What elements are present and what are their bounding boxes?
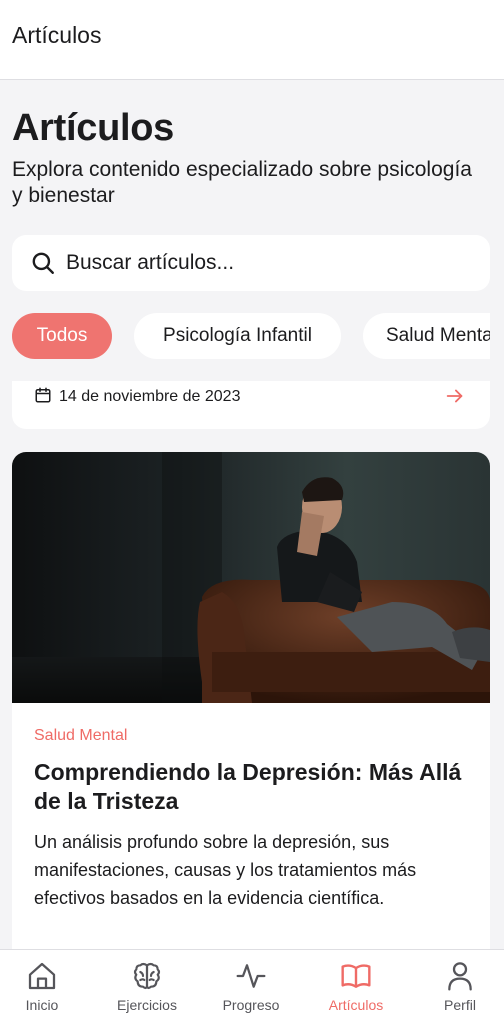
article-category: Salud Mental — [34, 727, 128, 744]
nav-label-progreso: Progreso — [222, 997, 280, 1013]
nav-item-ejercicios[interactable]: Ejercicios — [97, 950, 197, 1024]
arrow-right-icon[interactable] — [444, 385, 466, 407]
article-date: 14 de noviembre de 2023 — [59, 388, 241, 405]
book-open-icon — [341, 964, 371, 988]
top-bar-title: Artículos — [12, 22, 102, 48]
search-icon — [32, 252, 54, 274]
category-filters: Todos Psicología Infantil Salud Mental — [12, 313, 490, 361]
nav-item-perfil[interactable]: Perfil — [410, 950, 504, 1024]
article-title[interactable]: Comprendiendo la Depresión: Más Allá de … — [34, 758, 474, 816]
user-icon — [448, 962, 472, 991]
filter-chip-salud-mental[interactable]: Salud Mental — [363, 313, 490, 359]
search-bar[interactable] — [12, 235, 490, 291]
page-title: Artículos — [12, 107, 174, 149]
article-image — [12, 452, 490, 703]
main-content[interactable]: Artículos Explora contenido especializad… — [0, 81, 504, 949]
previous-article-card[interactable]: 14 de noviembre de 2023 — [12, 381, 490, 429]
activity-icon — [236, 964, 266, 988]
nav-label-articulos: Artículos — [328, 997, 384, 1013]
nav-label-perfil: Perfil — [444, 997, 476, 1013]
article-card[interactable]: Salud Mental Comprendiendo la Depresión:… — [12, 452, 490, 949]
home-icon — [28, 962, 56, 990]
nav-item-progreso[interactable]: Progreso — [201, 950, 301, 1024]
bottom-navigation: Inicio Ejercicios Progreso Artículos Per… — [0, 949, 504, 1024]
calendar-icon — [35, 387, 51, 403]
page-subtitle: Explora contenido especializado sobre ps… — [12, 158, 472, 207]
nav-item-articulos[interactable]: Artículos — [306, 950, 406, 1024]
filter-chip-psicologia-infantil[interactable]: Psicología Infantil — [134, 313, 341, 359]
search-input[interactable] — [66, 243, 466, 283]
nav-item-inicio[interactable]: Inicio — [0, 950, 92, 1024]
top-bar: Artículos — [0, 0, 504, 80]
filter-chip-todos[interactable]: Todos — [12, 313, 112, 359]
nav-label-inicio: Inicio — [25, 997, 59, 1013]
brain-icon — [133, 962, 161, 990]
article-description: Un análisis profundo sobre la depresión,… — [34, 832, 417, 908]
nav-label-ejercicios: Ejercicios — [117, 997, 177, 1013]
